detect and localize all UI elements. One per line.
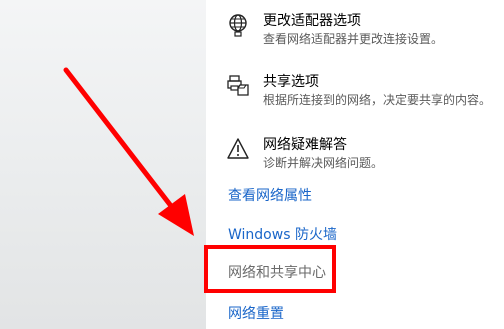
view-network-properties-link[interactable]: 查看网络属性: [228, 185, 312, 205]
warning-icon: [226, 136, 252, 162]
network-troubleshooter-title: 网络疑难解答: [263, 137, 347, 153]
sharing-options-desc: 根据所连接到的网络，决定要共享的内容。: [263, 93, 492, 107]
sharing-options-item[interactable]: 共享选项 根据所连接到的网络，决定要共享的内容。: [206, 71, 504, 117]
network-troubleshooter-desc: 诊断并解决网络问题。: [263, 156, 384, 170]
windows-firewall-link[interactable]: Windows 防火墙: [228, 224, 337, 244]
network-troubleshooter-item[interactable]: 网络疑难解答 诊断并解决网络问题。: [206, 134, 504, 180]
change-adapter-options-title: 更改适配器选项: [263, 13, 361, 29]
adapter-globe-icon: [226, 12, 252, 38]
network-reset-link[interactable]: 网络重置: [228, 303, 284, 323]
sharing-options-title: 共享选项: [263, 74, 319, 90]
annotation-highlight-box: [204, 245, 336, 293]
background-area: [0, 0, 206, 329]
share-printer-icon: [226, 73, 252, 99]
change-adapter-options-item[interactable]: 更改适配器选项 查看网络适配器并更改连接设置。: [206, 10, 504, 56]
change-adapter-options-desc: 查看网络适配器并更改连接设置。: [263, 32, 444, 46]
